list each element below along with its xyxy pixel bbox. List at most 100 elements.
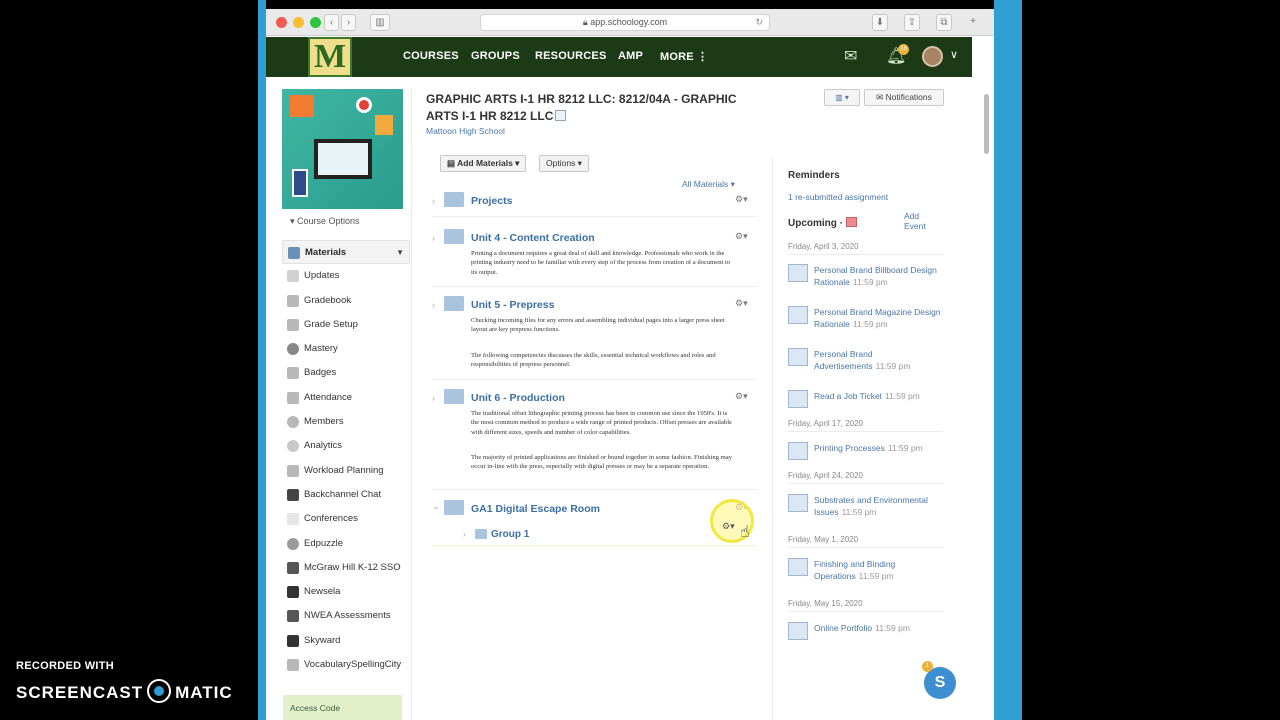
- sidebar-item-mcgraw-hill[interactable]: McGraw Hill K-12 SSO: [282, 556, 410, 580]
- folder-title[interactable]: Unit 4 - Content Creation: [471, 232, 595, 244]
- calendar-icon[interactable]: [845, 217, 857, 227]
- browser-titlebar: ‹ › ▥ 🔒︎ app.schoology.com ↻ ⬇ ⇪ ⧉ +: [266, 9, 994, 36]
- top-navbar: M COURSES GROUPS RESOURCES AMP MORE ⋮ ✉ …: [266, 37, 972, 77]
- right-column: Reminders 1 re-submitted assignment Upco…: [772, 157, 943, 720]
- all-materials-filter[interactable]: All Materials ▾: [682, 179, 735, 190]
- sidebar-item-gradebook[interactable]: Gradebook: [282, 289, 410, 313]
- gear-icon[interactable]: ⚙▾: [735, 231, 748, 242]
- chevron-right-icon[interactable]: ›: [463, 530, 466, 539]
- sidebar-item-materials[interactable]: Materials ▼: [282, 240, 410, 265]
- reload-icon[interactable]: ↻: [755, 15, 763, 30]
- sidebar-item-nwea[interactable]: NWEA Assessments: [282, 604, 410, 628]
- minimize-window-button[interactable]: [293, 17, 304, 28]
- gear-icon[interactable]: ⚙▾: [735, 194, 748, 205]
- assignment-time: 11:59 pm: [875, 623, 910, 633]
- school-logo[interactable]: M: [308, 37, 352, 77]
- chevron-down-icon[interactable]: ∨: [950, 48, 958, 61]
- sidebar-item-mastery[interactable]: Mastery: [282, 337, 410, 361]
- sidebar-item-conferences[interactable]: Conferences: [282, 507, 410, 531]
- gear-icon[interactable]: ⚙▾: [722, 521, 735, 532]
- chevron-down-icon[interactable]: ⌄: [432, 501, 440, 512]
- notifications-button[interactable]: ✉ Notifications: [864, 89, 944, 106]
- upcoming-title: Upcoming ·: [788, 217, 857, 229]
- chevron-right-icon[interactable]: ›: [432, 233, 435, 243]
- nav-amp[interactable]: AMP: [618, 50, 643, 62]
- mail-icon[interactable]: ✉: [844, 46, 857, 66]
- course-options-link[interactable]: ▾ Course Options: [290, 216, 360, 227]
- close-window-button[interactable]: [276, 17, 287, 28]
- chat-count-badge: 1: [922, 661, 933, 672]
- assignment-icon: [788, 442, 808, 460]
- reminder-link[interactable]: 1 re-submitted assignment: [788, 192, 888, 202]
- assignment-time: 11:59 pm: [852, 277, 888, 287]
- nav-more[interactable]: MORE ⋮: [660, 50, 708, 63]
- background-right-strip: [994, 0, 1022, 720]
- divider: [432, 545, 757, 546]
- screencast-logo-icon: [147, 679, 172, 703]
- folder-title[interactable]: Projects: [471, 195, 512, 207]
- edpuzzle-icon: [287, 537, 299, 550]
- nav-resources[interactable]: RESOURCES: [535, 50, 606, 62]
- nav-groups[interactable]: GROUPS: [471, 50, 520, 62]
- sidebar-item-badges[interactable]: Badges: [282, 361, 410, 385]
- nav-courses[interactable]: COURSES: [403, 50, 459, 62]
- date-header: Friday, April 3, 2020: [788, 242, 943, 255]
- school-link[interactable]: Mattoon High School: [426, 126, 505, 136]
- course-sidebar: ▾ Course Options Materials ▼ Updates Grad…: [282, 89, 410, 720]
- sidebar-item-newsela[interactable]: Newsela: [282, 580, 410, 604]
- divider: [432, 379, 757, 380]
- assignment-title[interactable]: Printing Processes: [814, 443, 885, 453]
- access-code-panel[interactable]: Access Code: [283, 695, 402, 720]
- gear-icon[interactable]: ⚙▾: [735, 391, 748, 402]
- sidebar-item-grade-setup[interactable]: Grade Setup: [282, 313, 410, 337]
- newsela-icon: [287, 586, 299, 599]
- skyward-icon: [287, 634, 299, 647]
- sidebar-item-analytics[interactable]: Analytics: [282, 434, 410, 458]
- sidebar-item-edpuzzle[interactable]: Edpuzzle: [282, 532, 410, 556]
- folder-title[interactable]: Unit 6 - Production: [471, 392, 565, 404]
- course-image: [282, 89, 403, 209]
- share-icon[interactable]: ⇪: [904, 14, 920, 31]
- sidebar-item-members[interactable]: Members: [282, 410, 410, 434]
- download-icon[interactable]: ⬇: [872, 14, 888, 31]
- scrollbar[interactable]: [984, 94, 989, 154]
- assignment-title[interactable]: Read a Job Ticket: [814, 391, 882, 401]
- assignment-title[interactable]: Personal Brand Advertisements: [814, 349, 873, 371]
- sidebar-toggle-icon[interactable]: ▥: [370, 14, 390, 31]
- sidebar-item-attendance[interactable]: Attendance: [282, 386, 410, 410]
- sidebar-item-skyward[interactable]: Skyward: [282, 629, 410, 653]
- folder-title[interactable]: GA1 Digital Escape Room: [471, 503, 600, 515]
- forward-icon[interactable]: ›: [341, 14, 356, 31]
- tabs-icon[interactable]: ⧉: [936, 14, 952, 31]
- add-event-link[interactable]: Add Event: [904, 211, 942, 231]
- date-header: Friday, May 15, 2020: [788, 599, 943, 612]
- sidebar-item-backchannel-chat[interactable]: Backchannel Chat: [282, 483, 410, 507]
- assignment-time: 11:59 pm: [841, 507, 877, 517]
- avatar[interactable]: [922, 46, 943, 67]
- back-icon[interactable]: ‹: [324, 14, 339, 31]
- subfolder-title[interactable]: Group 1: [491, 529, 529, 540]
- sidebar-item-vocabularyspellingcity[interactable]: VocabularySpellingCity: [282, 653, 410, 677]
- conferences-icon: [287, 513, 299, 526]
- address-bar[interactable]: 🔒︎ app.schoology.com ↻: [480, 14, 770, 31]
- caret-down-icon: ▼: [396, 248, 404, 257]
- folder-title[interactable]: Unit 5 - Prepress: [471, 299, 554, 311]
- book-icon: [555, 110, 567, 121]
- layout-toggle-button[interactable]: ▥ ▾: [824, 89, 860, 106]
- gear-icon[interactable]: ⚙▾: [735, 298, 748, 309]
- chevron-right-icon[interactable]: ›: [432, 196, 435, 206]
- chevron-right-icon[interactable]: ›: [432, 300, 435, 310]
- options-button[interactable]: Options ▾: [539, 155, 589, 172]
- sidebar-item-workload-planning[interactable]: Workload Planning: [282, 459, 410, 483]
- screencast-watermark: RECORDED WITH SCREENCAST MATIC: [16, 660, 232, 703]
- sidebar-item-updates[interactable]: Updates: [282, 264, 410, 288]
- assignment-title[interactable]: Online Portfolio: [814, 623, 872, 633]
- hand-cursor-icon: ☝︎: [740, 524, 750, 541]
- new-tab-icon[interactable]: +: [965, 14, 981, 31]
- chevron-right-icon[interactable]: ›: [432, 393, 435, 403]
- zoom-window-button[interactable]: [310, 17, 321, 28]
- assignment-icon: [788, 264, 808, 282]
- target-icon: [356, 97, 372, 113]
- reminders-title: Reminders: [788, 170, 840, 181]
- add-materials-button[interactable]: ▤ Add Materials ▾: [440, 155, 527, 172]
